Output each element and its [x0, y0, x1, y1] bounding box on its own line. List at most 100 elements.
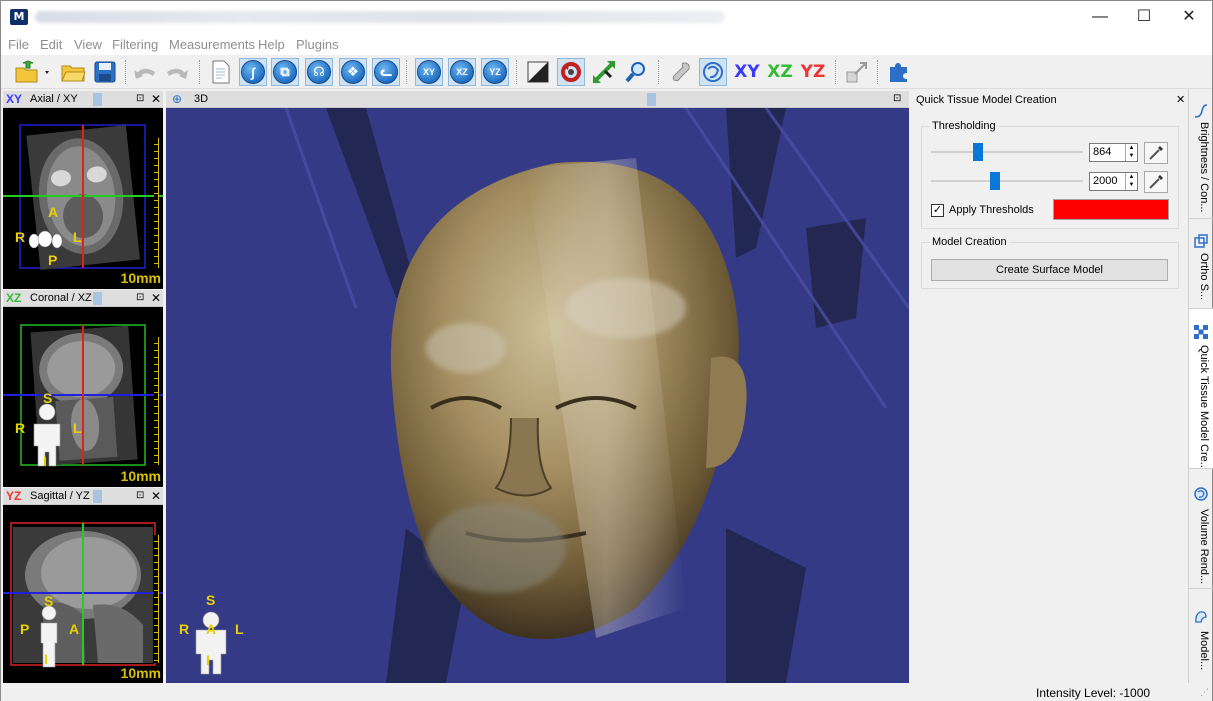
axial-slice-image [3, 124, 163, 270]
pan-zoom-button[interactable] [590, 58, 618, 86]
rotate-button[interactable] [557, 58, 585, 86]
lower-threshold-thumb[interactable] [973, 143, 984, 161]
snapshot-icon[interactable]: ⊡ [136, 93, 144, 104]
threshold-color-swatch[interactable] [1053, 199, 1169, 220]
minimize-button[interactable]: — [1077, 1, 1123, 33]
yz-layout-icon: YZ [800, 62, 826, 82]
window-level-button[interactable] [524, 58, 552, 86]
yz-view-icon: YZ [483, 60, 507, 84]
3d-render-view[interactable]: S R A L I [166, 108, 909, 683]
spin-arrows-icon[interactable]: ▲ ▼ [1125, 173, 1137, 190]
menu-help[interactable]: Help [258, 37, 285, 52]
puzzle-icon [890, 63, 907, 82]
measure-tool-button[interactable] [667, 58, 695, 86]
sagittal-slice-image [3, 522, 163, 668]
zoom-button[interactable] [622, 58, 650, 86]
coronal-slice-view[interactable]: S R L I 10mm [3, 307, 163, 487]
menu-plugins[interactable]: Plugins [296, 37, 339, 52]
head-surface-icon [703, 62, 723, 82]
layout-yz-button[interactable]: YZ [798, 58, 828, 86]
model-icon [1195, 611, 1207, 623]
menu-view[interactable]: View [74, 37, 102, 52]
side-tab-brightness[interactable]: Brightness / Con... [1189, 89, 1213, 219]
open-folder-button[interactable] [59, 58, 87, 86]
view-yz-button[interactable]: YZ [481, 58, 509, 86]
sagittal-orient-right: A [69, 621, 80, 637]
brightness-contrast-tool-button[interactable]: ∫ [239, 58, 267, 86]
maximize-view-icon [846, 62, 867, 83]
brightness-curve-icon [1194, 104, 1208, 118]
panel-title: Quick Tissue Model Creation [916, 94, 1057, 106]
resize-grip-icon[interactable]: ⋰ [1200, 687, 1209, 698]
view-xz-button[interactable]: XZ [448, 58, 476, 86]
toolbar-separator [125, 60, 127, 84]
save-button[interactable] [91, 58, 119, 86]
upper-threshold-picker-button[interactable] [1144, 171, 1168, 193]
undo-icon [134, 68, 155, 79]
3d-orient-top: S [206, 592, 216, 608]
sagittal-slice-view[interactable]: S P A I 10mm [3, 505, 163, 683]
volume-rendering-tool-button[interactable]: ☊ [305, 58, 333, 86]
side-tab-volume-rendering[interactable]: Volume Rend... [1189, 469, 1213, 589]
toolbar-separator [658, 60, 660, 84]
coronal-close-icon[interactable]: ✕ [151, 291, 161, 305]
intensity-level-readout: Intensity Level: -1000 [1036, 686, 1151, 700]
apply-thresholds-checkbox[interactable]: ✓ [931, 204, 944, 217]
axial-view-header: XY Axial / XY ⊡ ✕ [3, 91, 163, 108]
coronal-orient-right: L [73, 420, 82, 436]
layout-xz-button[interactable]: XZ [765, 58, 795, 86]
side-tab-bar: Brightness / Con... Ortho S... Quick Tis… [1188, 89, 1213, 683]
eyedropper-icon [1149, 146, 1163, 160]
close-window-button[interactable]: ✕ [1166, 1, 1212, 33]
sagittal-slice-slider[interactable] [93, 490, 102, 503]
layout-xy-button[interactable]: XY [732, 58, 762, 86]
menu-edit[interactable]: Edit [40, 37, 62, 52]
coronal-slice-slider[interactable] [93, 292, 102, 305]
upper-threshold-slider[interactable] [931, 180, 1083, 182]
maximize-view-button[interactable] [843, 58, 871, 86]
axial-orient-bottom: P [48, 252, 58, 268]
menu-file[interactable]: File [8, 37, 29, 52]
open-dropdown-button[interactable] [11, 58, 55, 86]
redo-button[interactable] [163, 58, 191, 86]
sagittal-close-icon[interactable]: ✕ [151, 489, 161, 503]
spin-arrows-icon[interactable]: ▲ ▼ [1125, 144, 1137, 161]
side-tab-ortho[interactable]: Ortho S... [1189, 219, 1213, 309]
side-tab-quick-tissue[interactable]: Quick Tissue Model Cre... [1189, 309, 1213, 469]
window-title-redacted [35, 11, 725, 23]
quick-tissue-tool-button[interactable]: ❖ [339, 58, 367, 86]
side-tab-model[interactable]: Model... [1189, 589, 1213, 683]
lower-threshold-picker-button[interactable] [1144, 142, 1168, 164]
model-tool-button[interactable]: ᓚ [372, 58, 400, 86]
axial-slice-slider[interactable] [93, 93, 102, 106]
upper-threshold-thumb[interactable] [989, 172, 1000, 190]
plugins-button[interactable] [885, 58, 913, 86]
ortho-slices-icon [1194, 234, 1208, 248]
eyedropper-icon [1149, 175, 1163, 189]
axial-scale-label: 10mm [120, 270, 161, 286]
sagittal-orient-top: S [44, 593, 54, 609]
new-document-button[interactable] [207, 58, 235, 86]
side-tab-label: Brightness / Con... [1198, 122, 1210, 213]
axial-close-icon[interactable]: ✕ [151, 92, 161, 106]
coronal-orient-bottom: I [43, 453, 47, 469]
axial-slice-view[interactable]: A R L P 10mm [3, 108, 163, 289]
3d-view-slider[interactable] [647, 93, 656, 106]
lower-threshold-spinbox[interactable]: 864 ▲ ▼ [1089, 143, 1138, 162]
upper-threshold-spinbox[interactable]: 2000 ▲ ▼ [1089, 172, 1138, 191]
3d-snapshot-icon[interactable]: ⊡ [893, 93, 901, 104]
create-surface-model-button[interactable]: Create Surface Model [931, 259, 1168, 281]
panel-close-icon[interactable]: ✕ [1176, 93, 1185, 106]
3d-view-title: 3D [194, 93, 209, 105]
ortho-slices-tool-button[interactable]: ⧉ [271, 58, 299, 86]
maximize-button[interactable]: ☐ [1121, 1, 1167, 33]
lower-threshold-slider[interactable] [931, 151, 1083, 153]
view-xy-button[interactable]: XY [415, 58, 443, 86]
undo-button[interactable] [131, 58, 159, 86]
snapshot-icon[interactable]: ⊡ [136, 292, 144, 303]
expand-arrows-icon [592, 60, 616, 84]
menu-filtering[interactable]: Filtering [112, 37, 158, 52]
menu-measurements[interactable]: Measurements [169, 37, 255, 52]
snapshot-icon[interactable]: ⊡ [136, 490, 144, 501]
surface-tool-button[interactable] [699, 58, 727, 86]
